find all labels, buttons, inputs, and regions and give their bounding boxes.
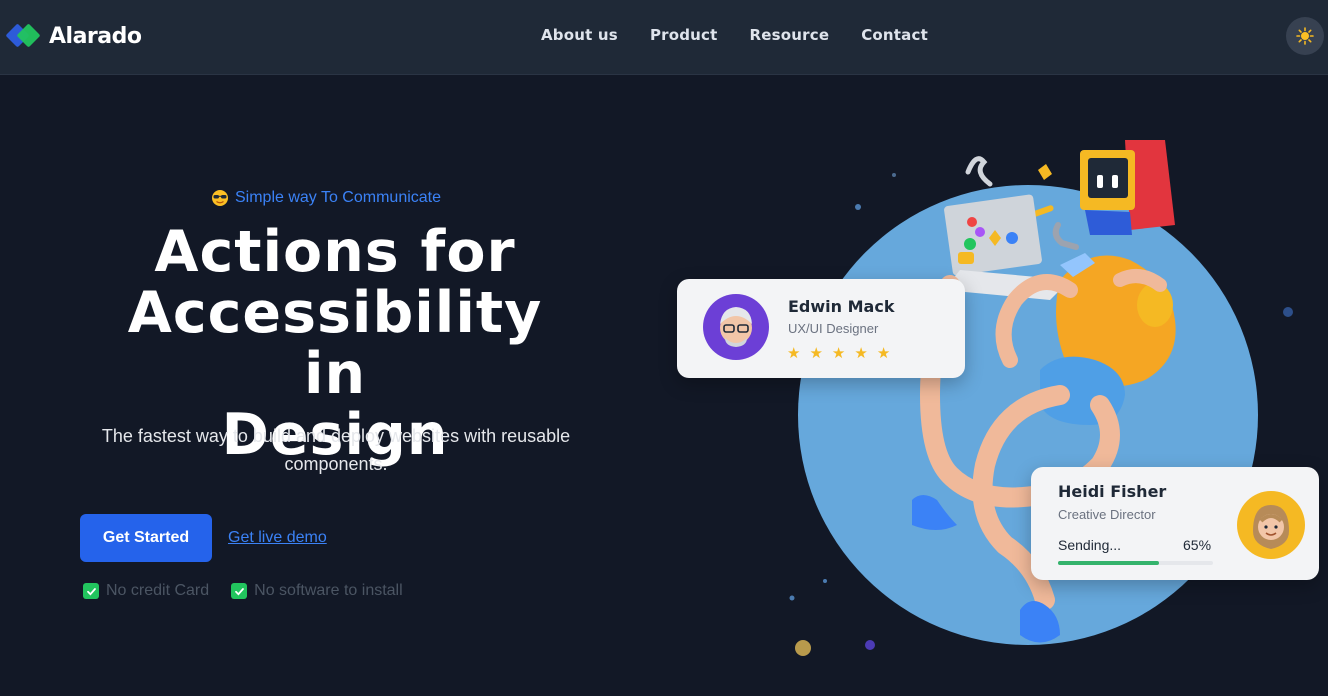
status-role: Creative Director [1058,507,1156,522]
nav-link-product[interactable]: Product [650,26,718,44]
brand-name: Alarado [49,23,142,49]
star-rating: ★ ★ ★ ★ ★ [787,344,890,362]
theme-toggle-button[interactable] [1286,17,1324,55]
progress-bar [1058,561,1213,565]
profile-role: UX/UI Designer [788,321,879,336]
hero-illustration [789,140,1293,656]
decor-dot [855,204,861,210]
feature-label: No credit Card [106,582,210,599]
decor-dot [892,173,896,177]
nav-link-contact[interactable]: Contact [861,26,928,44]
nav-link-resource[interactable]: Resource [750,26,830,44]
checkbox-icon [231,583,248,599]
avatar [703,294,769,360]
decor-dot [865,640,875,650]
star-icon: ★ [787,344,801,362]
robot-head [1080,140,1175,235]
sun-icon [1296,27,1314,45]
navbar: Alarado About us Product Resource Contac… [0,0,1328,75]
decor-dot [795,640,811,656]
star-icon: ★ [809,344,823,362]
feature-label: No software to install [254,582,403,599]
live-demo-link[interactable]: Get live demo [228,529,327,547]
feature-no-software: No software to install [231,582,403,600]
main-nav: About us Product Resource Contact [541,26,928,44]
feature-no-credit-card: No credit Card [83,582,209,600]
title-line-1: Actions for [154,219,516,285]
star-icon: ★ [876,344,891,362]
decor-dot [823,579,827,583]
sunglasses-face-icon [212,190,228,206]
profile-name: Edwin Mack [788,297,895,316]
logo-icon [5,22,41,50]
hero-subtitle: The fastest way to build and deploy webs… [101,426,571,474]
decor-dot [789,595,795,601]
progress-fill [1058,561,1159,565]
star-icon: ★ [854,344,868,362]
status-name: Heidi Fisher [1058,482,1167,501]
hero-tagline: Simple way To Communicate [211,189,441,207]
tagline-text: Simple way To Communicate [235,189,442,206]
profile-card: Edwin Mack UX/UI Designer ★ ★ ★ ★ ★ [677,279,965,378]
star-icon: ★ [831,344,846,362]
get-started-button[interactable]: Get Started [80,514,212,562]
title-line-2: Accessibility in [127,280,543,407]
nav-link-about-us[interactable]: About us [541,26,618,44]
progress-label: Sending... [1058,537,1122,553]
progress-value: 65% [1183,537,1212,553]
feature-list: No credit Card No software to install [83,582,403,600]
status-card: Heidi Fisher Creative Director Sending..… [1031,467,1319,580]
brand-logo-link[interactable]: Alarado [5,22,142,50]
avatar [1237,491,1305,559]
checkbox-icon [83,583,99,599]
decor-dot [1283,307,1293,317]
